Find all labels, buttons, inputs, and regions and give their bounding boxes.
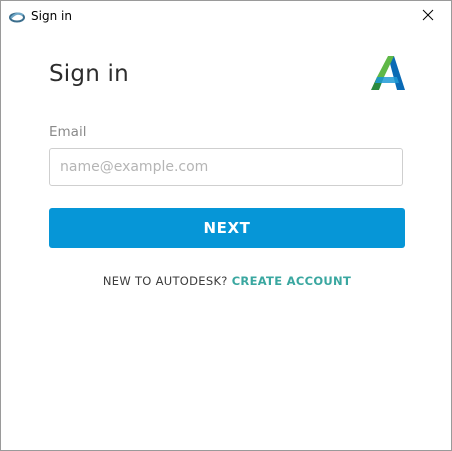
title-bar: Sign in bbox=[1, 1, 451, 32]
app-icon bbox=[9, 9, 25, 25]
window-title: Sign in bbox=[31, 9, 72, 23]
new-to-autodesk-text: NEW TO AUTODESK? bbox=[102, 274, 228, 288]
create-account-link[interactable]: CREATE ACCOUNT bbox=[232, 274, 351, 288]
email-field[interactable] bbox=[49, 148, 403, 186]
page-title: Sign in bbox=[49, 61, 129, 87]
close-button[interactable] bbox=[405, 1, 451, 32]
email-label: Email bbox=[49, 124, 87, 140]
signin-window: Sign in Sign in Email NEXT NEW TO AUTODE… bbox=[0, 0, 452, 451]
close-icon bbox=[422, 8, 434, 26]
create-account-row: NEW TO AUTODESK? CREATE ACCOUNT bbox=[1, 274, 452, 288]
autodesk-logo bbox=[370, 55, 406, 91]
next-button[interactable]: NEXT bbox=[49, 208, 405, 248]
